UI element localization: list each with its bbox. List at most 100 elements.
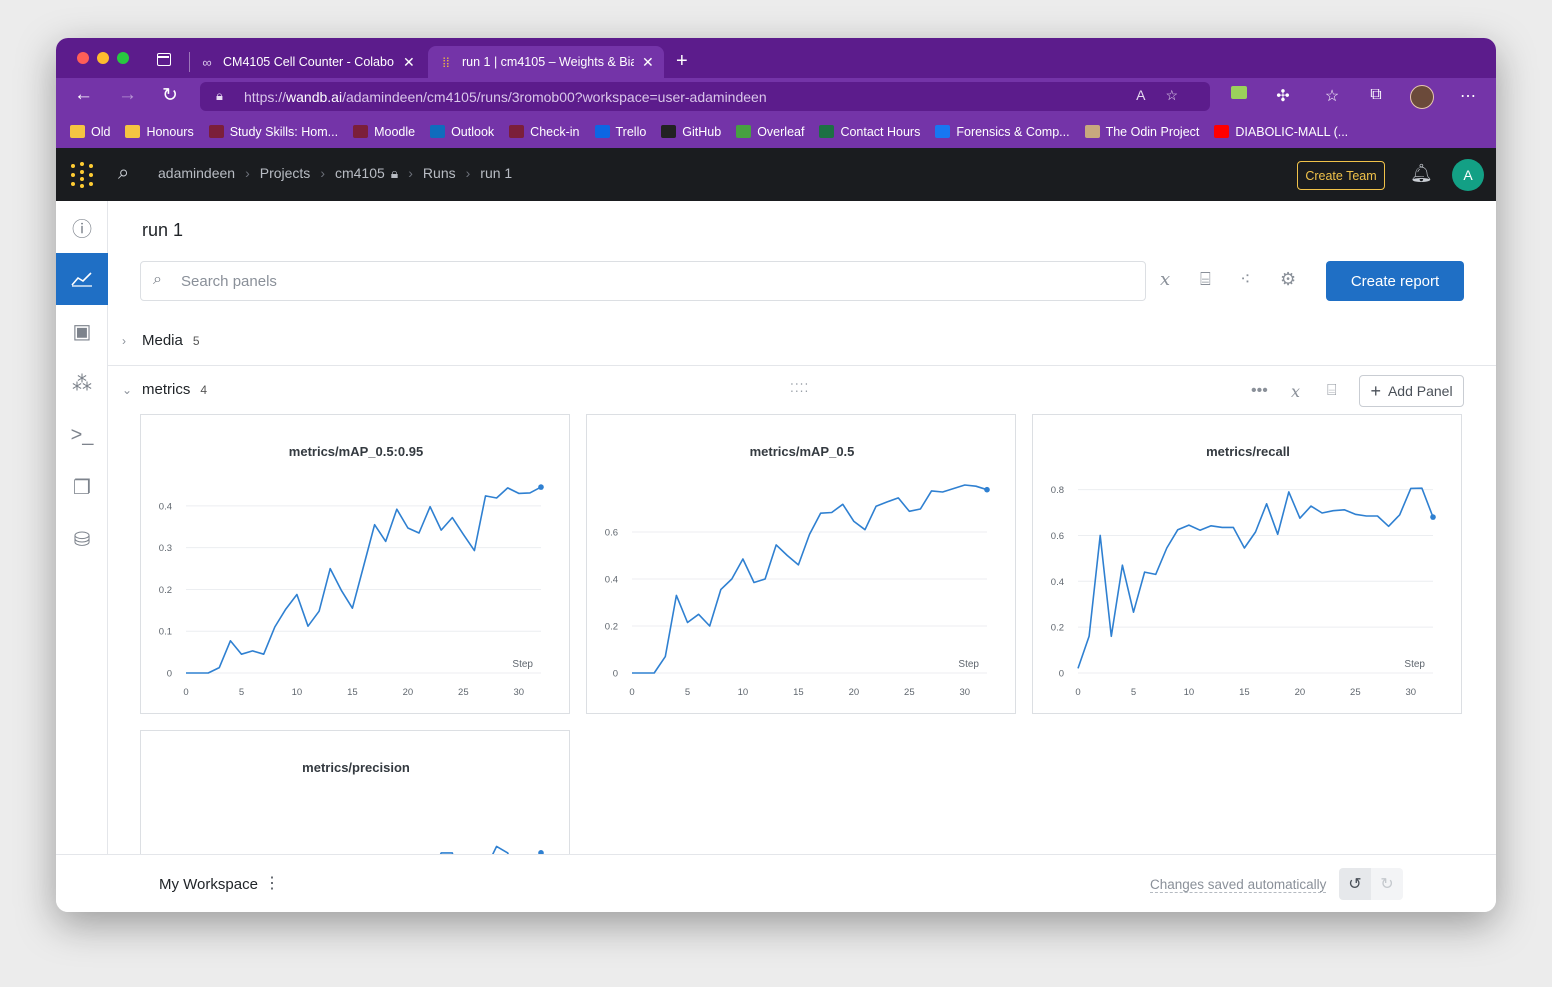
new-tab-icon[interactable]: +	[676, 50, 688, 73]
extension-icon[interactable]	[1229, 86, 1249, 106]
bell-icon[interactable]: 🔔︎	[1410, 163, 1433, 184]
section-count: 4	[200, 382, 208, 397]
tab-close-icon[interactable]: ✕	[403, 54, 415, 71]
profile-avatar[interactable]	[1410, 85, 1434, 109]
kebab-menu-icon[interactable]: ⋮	[264, 873, 280, 893]
bookmark-item[interactable]: Check-in	[509, 125, 580, 139]
more-options-icon[interactable]: •••	[1251, 382, 1268, 400]
info-icon[interactable]: ⓘ	[56, 201, 108, 253]
left-sidebar: ⓘ ▣ ⁂ >_ ❐ ⛁	[56, 201, 108, 854]
bookmark-icon	[661, 125, 677, 138]
create-report-button[interactable]: Create report	[1326, 261, 1464, 301]
bookmark-item[interactable]: Honours	[125, 125, 194, 139]
bookmark-item[interactable]: Outlook	[430, 125, 494, 139]
section-header-media[interactable]: › Media 5	[122, 332, 200, 349]
drag-handle-icon[interactable]: ⁚⁚⁚⁚	[790, 381, 809, 395]
bookmark-icon	[935, 125, 951, 138]
browser-tab-wandb[interactable]: ⁞⁞ run 1 | cm4105 – Weights & Bia ✕	[428, 46, 664, 78]
more-menu-icon[interactable]: ⋯	[1458, 86, 1478, 106]
terminal-icon[interactable]: >_	[56, 409, 108, 461]
files-icon[interactable]: ❐	[56, 461, 108, 513]
bookmark-icon	[1084, 125, 1100, 138]
breadcrumb-user[interactable]: adamindeen	[158, 165, 235, 182]
bookmark-item[interactable]: Moodle	[353, 125, 415, 139]
read-aloud-icon[interactable]: A☆	[1136, 87, 1198, 104]
bookmark-item[interactable]: Overleaf	[736, 125, 804, 139]
browser-tab-colab[interactable]: ∞ CM4105 Cell Counter - Colabo ✕	[189, 46, 425, 78]
chart-panel[interactable]: metrics/mAP_0.5:0.95 0 0.1 0.2 0.3 0.4 0 5 10 15 2…	[140, 414, 570, 714]
bookmark-item[interactable]: Contact Hours	[819, 125, 920, 139]
bookmark-item[interactable]: GitHub	[661, 125, 721, 139]
breadcrumb-runs[interactable]: Runs	[423, 165, 456, 182]
y-tick-label: 0.2	[605, 622, 618, 633]
x-tick-label: 0	[1075, 687, 1080, 698]
forward-arrow-icon[interactable]: →	[118, 84, 137, 106]
minimize-window-button[interactable]	[97, 52, 109, 64]
favorites-icon[interactable]: ☆	[1322, 86, 1342, 106]
line-chart: metrics/mAP_0.5 0 0.2 0.4 0.6 0 5 10 15 20 25 30 Ste…	[605, 444, 990, 698]
bookmark-label: Old	[91, 124, 111, 139]
search-icon[interactable]: ⌕	[118, 162, 129, 185]
bookmarks-bar: Old Honours Study Skills: Hom... Moodle Outl…	[56, 115, 1496, 148]
section-header-metrics[interactable]: ⌄ metrics 4	[122, 381, 207, 398]
collections-icon[interactable]: ⧉	[1366, 86, 1386, 106]
page-title: run 1	[142, 220, 184, 240]
url-path: /adamindeen/cm4105/runs/3romob00?workspa…	[342, 88, 767, 105]
maximize-window-button[interactable]	[117, 52, 129, 64]
bookmark-item[interactable]: Forensics & Comp...	[935, 124, 1070, 139]
bookmark-item[interactable]: DIABOLIC-MALL (...	[1214, 125, 1348, 139]
search-panels-input[interactable]: ⌕ Search panels	[140, 261, 1146, 301]
chevron-right-icon: ›	[408, 165, 413, 181]
bookmark-item[interactable]: Old	[70, 125, 110, 139]
x-axis-icon[interactable]: x	[1160, 269, 1170, 290]
close-window-button[interactable]	[77, 52, 89, 64]
bookmark-item[interactable]: The Odin Project	[1084, 124, 1200, 139]
extensions-puzzle-icon[interactable]: ✣	[1273, 86, 1293, 106]
tab-close-icon[interactable]: ✕	[642, 54, 654, 71]
y-tick-label: 0	[613, 669, 618, 680]
chart-title: metrics/recall	[1206, 444, 1290, 459]
save-status: Changes saved automatically	[1150, 877, 1327, 893]
avatar[interactable]: A	[1452, 159, 1484, 191]
back-arrow-icon[interactable]: ←	[74, 84, 93, 106]
create-team-button[interactable]: Create Team	[1297, 161, 1385, 190]
x-tick-label: 20	[849, 687, 860, 698]
undo-button[interactable]: ↺	[1339, 868, 1371, 900]
bookmark-item[interactable]: Trello	[594, 125, 646, 139]
add-panel-button[interactable]: + Add Panel	[1359, 375, 1464, 407]
line-chart: metrics/mAP_0.5:0.95 0 0.1 0.2 0.3 0.4 0 5 10 15 2…	[159, 444, 544, 698]
model-icon[interactable]: ⁂	[56, 357, 108, 409]
redo-button[interactable]: ↻	[1371, 868, 1403, 900]
chart-panel[interactable]: metrics/mAP_0.5 0 0.2 0.4 0.6 0 5 10 15 20 25 30 Ste…	[586, 414, 1016, 714]
outliers-icon[interactable]: ⁖	[1240, 269, 1251, 290]
system-chip-icon[interactable]: ▣	[56, 305, 108, 357]
refresh-icon[interactable]: ↻	[162, 84, 178, 107]
bookmark-label: Contact Hours	[840, 124, 921, 139]
breadcrumb-projects[interactable]: Projects	[260, 165, 311, 182]
smoothing-icon[interactable]: ⌸	[1200, 269, 1211, 290]
artifacts-database-icon[interactable]: ⛁	[56, 513, 108, 565]
settings-gear-icon[interactable]: ⚙	[1280, 269, 1296, 290]
breadcrumb-run[interactable]: run 1	[480, 165, 512, 182]
smoothing-icon[interactable]: ⌸	[1327, 382, 1337, 400]
tab-actions-icon[interactable]	[157, 53, 171, 66]
x-tick-label: 10	[738, 687, 749, 698]
charts-icon[interactable]	[56, 253, 108, 305]
url-field[interactable]: 🔒︎ https://wandb.ai/adamindeen/cm4105/ru…	[200, 82, 1210, 111]
x-axis-icon[interactable]: x	[1291, 382, 1300, 402]
bookmark-icon	[509, 125, 525, 138]
bookmark-label: The Odin Project	[1105, 124, 1200, 139]
breadcrumb-project[interactable]: cm4105	[335, 165, 385, 182]
last-point-marker	[1430, 514, 1436, 520]
workspace-name[interactable]: My Workspace	[159, 876, 258, 893]
series-line	[439, 845, 542, 854]
wandb-logo-icon[interactable]	[69, 162, 95, 188]
x-tick-label: 5	[1131, 687, 1136, 698]
bookmark-icon	[353, 125, 369, 138]
bookmark-item[interactable]: Study Skills: Hom...	[208, 125, 338, 139]
chart-panel[interactable]: metrics/precision 0.6	[140, 730, 570, 854]
y-tick-label: 0.6	[605, 528, 618, 539]
bookmark-label: Forensics & Comp...	[956, 124, 1070, 139]
chart-panel[interactable]: metrics/recall 0 0.2 0.4 0.6 0.8 0 5 10 15 20 25 30 S…	[1032, 414, 1462, 714]
x-tick-label: 10	[1184, 687, 1195, 698]
